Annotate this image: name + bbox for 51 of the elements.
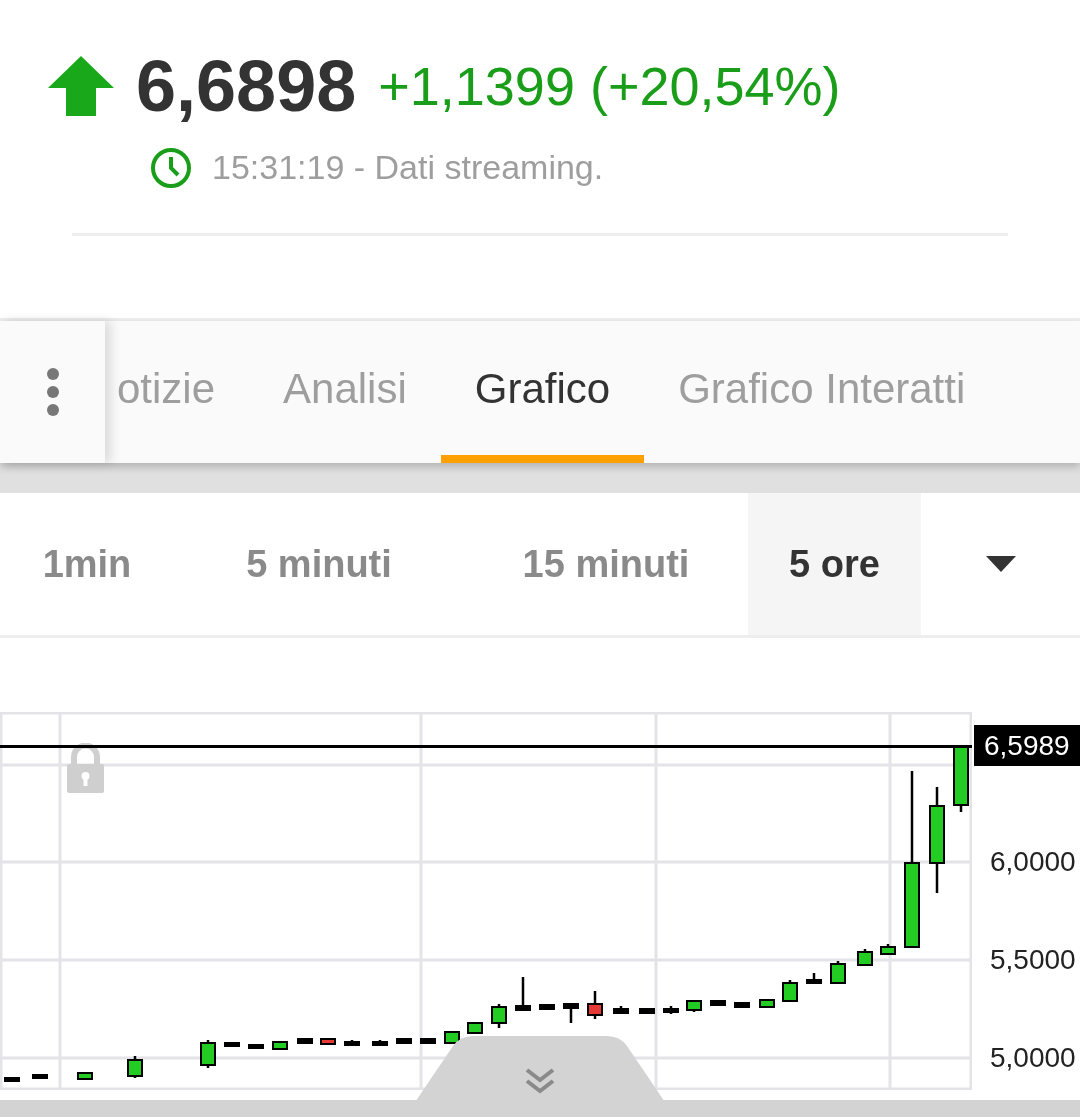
candle	[710, 1000, 726, 1006]
candle	[830, 961, 846, 984]
timeframe-tab[interactable]: 5 ore	[748, 493, 921, 635]
candle	[467, 1022, 483, 1034]
y-axis-label: 5,0000	[990, 1044, 1076, 1072]
candle	[344, 1040, 360, 1046]
y-axis-label: 5,5000	[990, 946, 1076, 974]
candle	[4, 1077, 20, 1082]
candle	[224, 1042, 240, 1047]
candle	[539, 1004, 555, 1010]
candle	[396, 1038, 412, 1044]
candle	[248, 1044, 264, 1049]
timeframe-tab[interactable]: 5 minuti	[174, 493, 464, 635]
clock-icon	[150, 146, 192, 189]
candle	[515, 977, 531, 1011]
last-price-label: 6,5989	[974, 725, 1080, 766]
candle	[686, 1000, 702, 1012]
candle	[563, 1003, 579, 1023]
candle	[491, 1004, 507, 1028]
candle	[639, 1008, 655, 1014]
candle	[613, 1006, 629, 1014]
tab[interactable]: Grafico Interatti	[644, 321, 1000, 463]
tab[interactable]: otizie	[105, 321, 250, 463]
candle	[880, 944, 896, 955]
candle	[32, 1074, 48, 1079]
candle	[320, 1038, 336, 1045]
candle	[444, 1031, 460, 1044]
candle	[857, 949, 873, 966]
dropdown-caret-icon[interactable]	[985, 556, 1016, 572]
candle	[297, 1038, 313, 1044]
candle	[372, 1040, 388, 1046]
candle	[587, 991, 603, 1019]
candle	[953, 745, 969, 812]
more-menu-icon[interactable]	[45, 367, 60, 417]
candle	[420, 1038, 436, 1044]
candle	[272, 1041, 288, 1050]
timeframe-tab[interactable]: 1min	[0, 493, 174, 635]
candle	[127, 1056, 143, 1078]
candle	[77, 1072, 93, 1080]
candle	[806, 973, 822, 984]
candle	[663, 1006, 679, 1014]
candle	[734, 1002, 750, 1008]
candle	[759, 999, 775, 1008]
tab[interactable]: Analisi	[249, 321, 441, 463]
y-axis-label: 6,0000	[990, 848, 1076, 876]
candle	[782, 980, 798, 1002]
candle	[200, 1040, 216, 1068]
timeframe-tab[interactable]: 15 minuti	[464, 493, 748, 635]
price: 6,6898	[136, 50, 357, 122]
time-note: 15:31:19 - Dati streaming.	[212, 147, 604, 188]
lock-icon	[67, 743, 104, 793]
